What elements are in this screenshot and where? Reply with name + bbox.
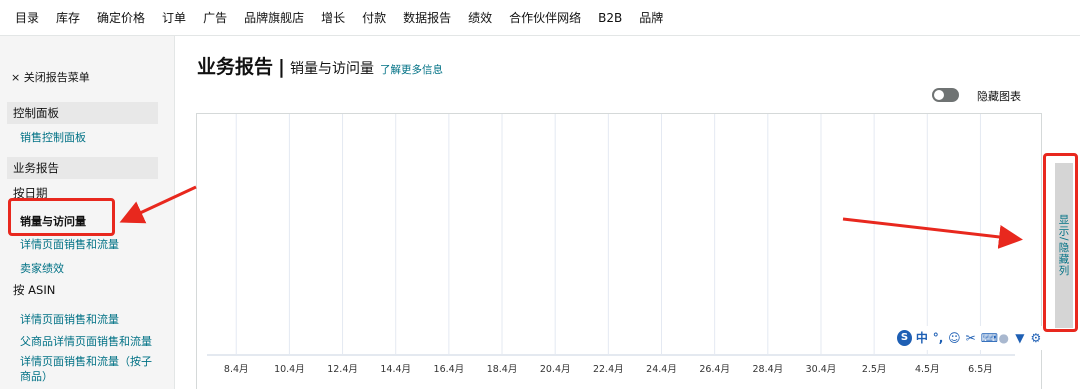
- user-icon[interactable]: ●: [998, 332, 1010, 344]
- chart-x-tick-label: 22.4月: [593, 364, 624, 375]
- nav-brands[interactable]: 品牌: [639, 9, 663, 26]
- top-navigation-bar: 目录 库存 确定价格 订单 广告 品牌旗舰店 增长 付款 数据报告 绩效 合作伙…: [0, 0, 1080, 36]
- gear-icon[interactable]: ⚙: [1030, 332, 1042, 344]
- annotation-box-show-hide-columns: [1043, 153, 1078, 332]
- toggle-knob: [934, 90, 944, 100]
- scissors-icon[interactable]: ✂: [965, 332, 977, 344]
- chart-x-tick-label: 26.4月: [699, 364, 730, 375]
- chart-x-tick-label: 20.4月: [540, 364, 571, 375]
- nav-performance[interactable]: 绩效: [468, 9, 492, 26]
- close-report-menu-link[interactable]: × 关闭报告菜单: [11, 69, 90, 85]
- nav-stores[interactable]: 品牌旗舰店: [244, 9, 304, 26]
- chart-x-tick-label: 28.4月: [752, 364, 783, 375]
- learn-more-link[interactable]: 了解更多信息: [380, 62, 443, 77]
- annotation-box-sales-traffic: [8, 198, 115, 236]
- sogou-logo-icon[interactable]: S: [897, 330, 912, 346]
- sidebar-link-seller-performance[interactable]: 卖家绩效: [20, 260, 64, 276]
- nav-payments[interactable]: 付款: [362, 9, 386, 26]
- hide-chart-toggle[interactable]: [932, 88, 959, 102]
- page-title: 业务报告: [197, 56, 274, 78]
- sidebar-section-business-reports: 业务报告: [7, 157, 158, 179]
- title-separator: |: [278, 56, 285, 78]
- chart-x-tick-label: 16.4月: [434, 364, 465, 375]
- chart-x-tick-label: 14.4月: [380, 364, 411, 375]
- chart-x-tick-label: 6.5月: [968, 364, 993, 375]
- sidebar-link-detail-page-sales-asin[interactable]: 详情页面销售和流量: [20, 311, 119, 327]
- nav-pricing[interactable]: 确定价格: [97, 9, 145, 26]
- chinese-mode-icon[interactable]: 中: [916, 332, 928, 344]
- nav-growth[interactable]: 增长: [321, 9, 345, 26]
- nav-inventory[interactable]: 库存: [56, 9, 80, 26]
- sidebar-link-detail-page-sales[interactable]: 详情页面销售和流量: [20, 236, 119, 252]
- chart-x-tick-label: 8.4月: [224, 364, 249, 375]
- chart-x-tick-label: 12.4月: [327, 364, 358, 375]
- ime-toolbar: S 中 °, ☺ ✂ ⌨ ● ▼ ⚙: [893, 326, 1042, 350]
- punctuation-icon[interactable]: °,: [932, 332, 944, 344]
- nav-catalog[interactable]: 目录: [15, 9, 39, 26]
- sidebar-link-sales-dashboard[interactable]: 销售控制面板: [20, 129, 86, 145]
- page-header: 业务报告 | 销量与访问量 了解更多信息: [197, 52, 443, 79]
- sidebar-link-detail-by-child-item[interactable]: 详情页面销售和流量（按子商品）: [20, 354, 160, 384]
- nav-advertising[interactable]: 广告: [203, 9, 227, 26]
- page-subtitle: 销量与访问量: [289, 61, 374, 77]
- sidebar-group-by-asin: 按 ASIN: [13, 283, 56, 297]
- nav-orders[interactable]: 订单: [162, 9, 186, 26]
- chart-x-tick-label: 18.4月: [487, 364, 518, 375]
- nav-b2b[interactable]: B2B: [598, 11, 622, 25]
- nav-reports[interactable]: 数据报告: [403, 9, 451, 26]
- chart-x-tick-label: 24.4月: [646, 364, 677, 375]
- chart-x-tick-label: 2.5月: [862, 364, 887, 375]
- chart-x-tick-label: 30.4月: [806, 364, 837, 375]
- keyboard-icon[interactable]: ⌨: [981, 332, 998, 344]
- sidebar-section-dashboard: 控制面板: [7, 102, 158, 124]
- chart-x-tick-label: 4.5月: [915, 364, 940, 375]
- hide-chart-label: 隐藏图表: [977, 90, 1021, 103]
- sidebar-link-parent-item-detail[interactable]: 父商品详情页面销售和流量: [20, 333, 152, 349]
- nav-partner-network[interactable]: 合作伙伴网络: [509, 9, 581, 26]
- emoji-icon[interactable]: ☺: [948, 332, 961, 344]
- chart-x-tick-label: 10.4月: [274, 364, 305, 375]
- shirt-icon[interactable]: ▼: [1014, 332, 1026, 344]
